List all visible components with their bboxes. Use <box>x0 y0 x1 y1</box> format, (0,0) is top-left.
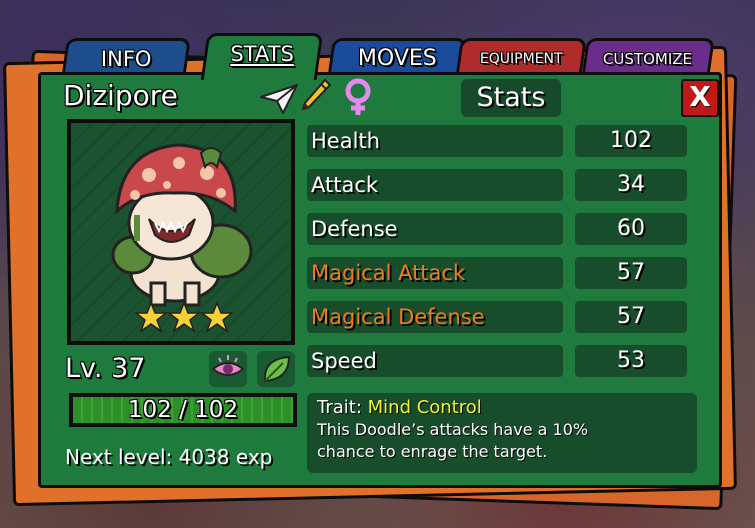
star-icon <box>135 301 169 333</box>
panel-title: Stats <box>461 79 561 117</box>
trait-heading: Trait: Mind Control <box>317 397 687 419</box>
pencil-icon[interactable] <box>299 77 333 113</box>
stat-label-health: Health <box>307 125 563 157</box>
next-level-text: Next level: 4038 exp <box>65 445 273 469</box>
paper-plane-icon[interactable] <box>259 81 299 117</box>
level-label: Lv. 37 <box>65 353 146 384</box>
nature-leaf-icon <box>263 355 291 383</box>
stat-value-magical-attack: 57 <box>575 257 687 289</box>
trait-description-line2: chance to enrage the target. <box>317 442 548 461</box>
star-icon <box>166 301 202 333</box>
creature-portrait <box>67 119 295 345</box>
close-button[interactable]: X <box>681 79 719 117</box>
hp-bar: 102 / 102 <box>69 393 297 427</box>
stat-value-magical-defense: 57 <box>575 301 687 333</box>
female-symbol-icon <box>345 78 371 115</box>
nature-type-badge <box>257 351 295 387</box>
star-icon <box>199 301 235 333</box>
psychic-eye-icon <box>211 355 245 376</box>
stat-value-attack: 34 <box>575 169 687 201</box>
psychic-type-badge <box>209 351 247 387</box>
trait-name: Mind Control <box>367 397 482 418</box>
trait-description-line1: This Doodle’s attacks have a 10% <box>317 420 589 439</box>
stat-value-speed: 53 <box>575 345 687 377</box>
stat-label-attack: Attack <box>307 169 563 201</box>
stat-label-magical-attack: Magical Attack <box>307 257 563 289</box>
stat-value-defense: 60 <box>575 213 687 245</box>
star-rating <box>135 301 235 333</box>
stat-label-defense: Defense <box>307 213 563 245</box>
tab-stats[interactable]: STATS <box>200 33 324 80</box>
creature-name: Dizipore <box>63 79 178 112</box>
stat-value-health: 102 <box>575 125 687 157</box>
stat-label-speed: Speed <box>307 345 563 377</box>
stats-panel: Dizipore Stats X Lv. 37 102 / 102 Next l… <box>38 72 722 488</box>
stat-label-magical-defense: Magical Defense <box>307 301 563 333</box>
hp-text: 102 / 102 <box>127 397 239 423</box>
trait-prefix: Trait: <box>317 397 362 418</box>
trait-box: Trait: Mind Control This Doodle’s attack… <box>307 393 697 473</box>
